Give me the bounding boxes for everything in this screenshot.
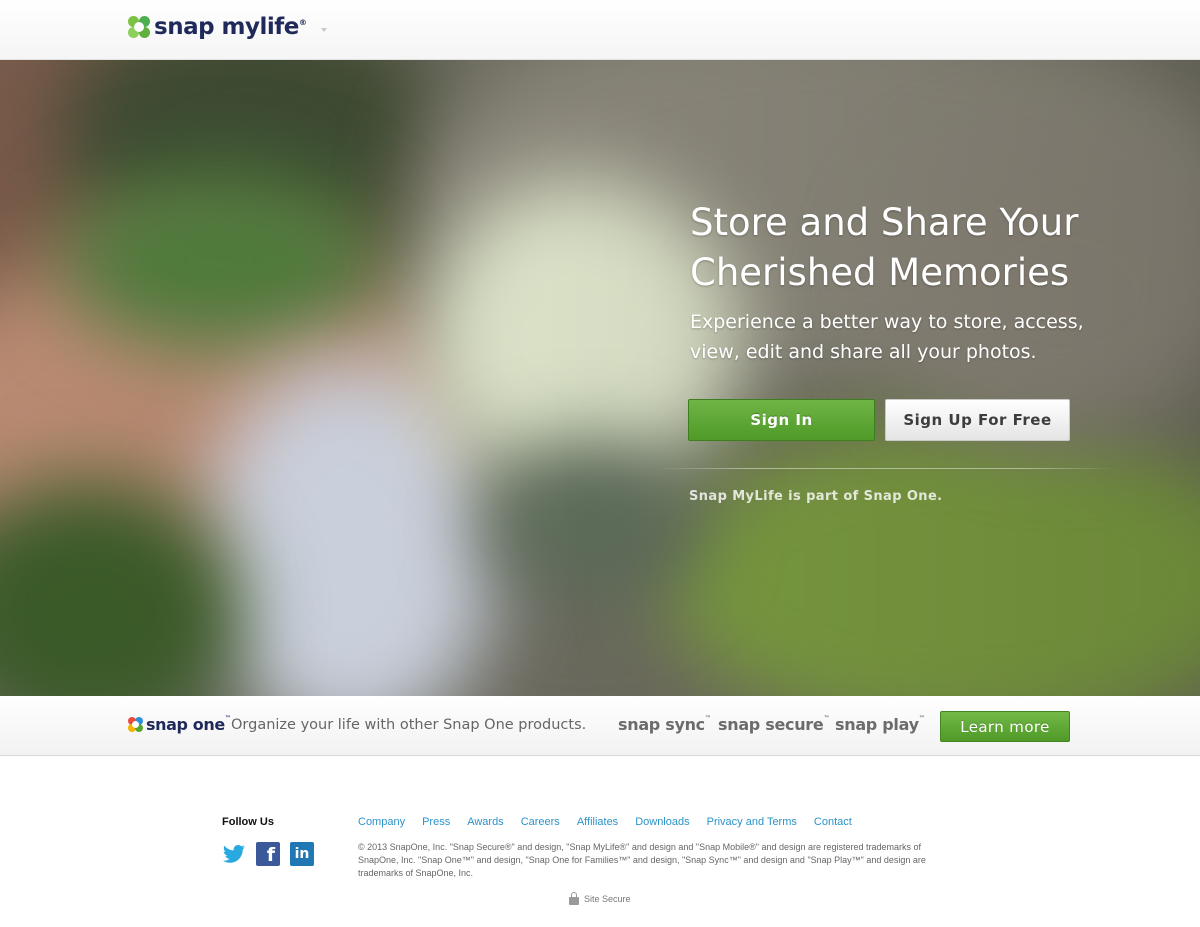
snap-one-note: Snap MyLife is part of Snap One.	[689, 489, 943, 504]
hero-banner: Store and Share Your Cherished Memories …	[0, 60, 1200, 696]
footer-link-privacy-terms[interactable]: Privacy and Terms	[707, 816, 797, 828]
footer-link-awards[interactable]: Awards	[467, 816, 503, 828]
snap-secure-logo[interactable]: snap secure™	[718, 715, 829, 734]
site-secure-badge: Site Secure	[569, 892, 631, 905]
twitter-icon[interactable]	[222, 842, 246, 866]
footer-link-press[interactable]: Press	[422, 816, 450, 828]
snap-one-wordmark: snap one™	[146, 715, 231, 734]
sign-up-button[interactable]: Sign Up For Free	[885, 399, 1070, 441]
footer-link-affiliates[interactable]: Affiliates	[577, 816, 618, 828]
snap-sync-logo[interactable]: snap sync™	[618, 715, 711, 734]
learn-more-button[interactable]: Learn more	[940, 711, 1070, 742]
hero-title: Store and Share Your Cherished Memories	[690, 201, 1079, 294]
logo-wordmark: snap mylife®	[154, 14, 307, 40]
band-tagline: Organize your life with other Snap One p…	[231, 717, 587, 733]
hero-subtitle: Experience a better way to store, access…	[690, 311, 1084, 363]
chevron-down-icon[interactable]	[321, 28, 327, 32]
linkedin-icon[interactable]: in	[290, 842, 314, 866]
footer-link-careers[interactable]: Careers	[521, 816, 560, 828]
snap-one-logo[interactable]: snap one™	[128, 715, 231, 734]
lock-icon	[569, 892, 579, 905]
legal-notice: © 2013 SnapOne, Inc. "Snap Secure®" and …	[358, 842, 926, 878]
footer-link-contact[interactable]: Contact	[814, 816, 852, 828]
sign-in-button[interactable]: Sign In	[688, 399, 875, 441]
snap-one-products-band: snap one™ Organize your life with other …	[0, 696, 1200, 756]
snap-one-logo-icon	[128, 717, 143, 732]
facebook-icon[interactable]: f	[256, 842, 280, 866]
pinwheel-logo-icon	[128, 16, 150, 38]
footer-link-downloads[interactable]: Downloads	[635, 816, 689, 828]
divider	[655, 468, 1115, 469]
site-header: snap mylife®	[0, 0, 1200, 60]
follow-us-heading: Follow Us	[222, 816, 274, 828]
footer-link-company[interactable]: Company	[358, 816, 405, 828]
snap-mylife-logo[interactable]: snap mylife®	[128, 14, 307, 40]
site-secure-label: Site Secure	[584, 893, 631, 904]
footer-nav: Company Press Awards Careers Affiliates …	[358, 816, 869, 828]
snap-play-logo[interactable]: snap play™	[835, 715, 925, 734]
